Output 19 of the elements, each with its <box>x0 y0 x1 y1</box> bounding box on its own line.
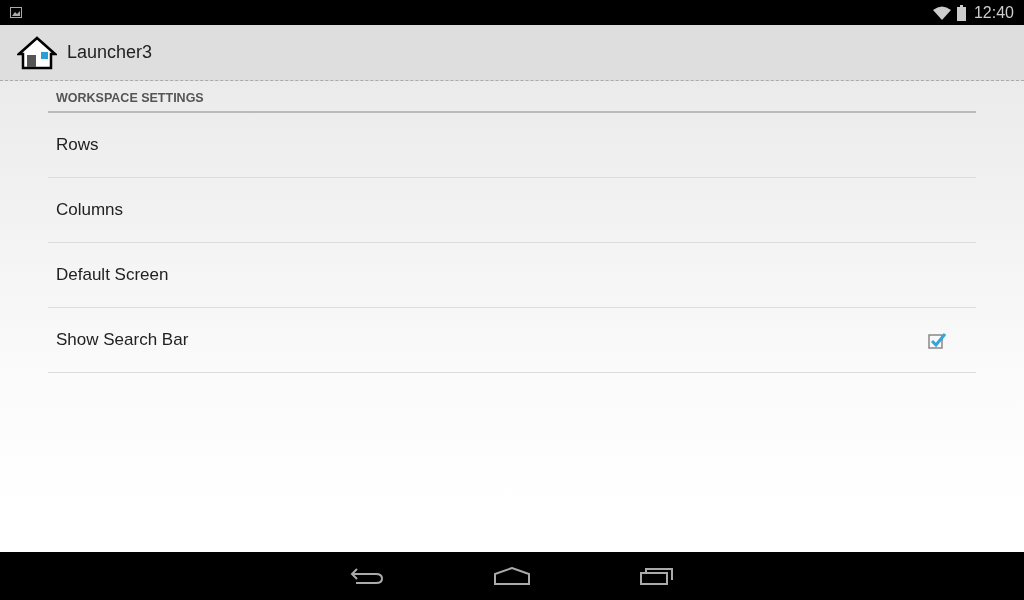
row-label: Columns <box>56 200 124 220</box>
house-icon <box>17 35 57 70</box>
back-icon[interactable] <box>350 568 384 584</box>
settings-row[interactable]: Default Screen <box>48 243 976 308</box>
battery-icon <box>956 4 966 21</box>
row-label: Show Search Bar <box>56 330 189 350</box>
row-label: Default Screen <box>56 265 169 285</box>
recents-icon[interactable] <box>640 567 674 585</box>
settings-row[interactable]: Rows <box>48 113 976 178</box>
section-header: WORKSPACE SETTINGS <box>48 81 976 113</box>
settings-row[interactable]: Columns <box>48 178 976 243</box>
clock: 12:40 <box>973 3 1014 22</box>
app-title: Launcher3 <box>67 42 153 63</box>
image-icon <box>10 7 22 18</box>
wifi-icon <box>932 5 951 20</box>
checkbox[interactable] <box>928 331 948 349</box>
settings-row[interactable]: Show Search Bar <box>48 308 976 373</box>
row-label: Rows <box>56 135 99 155</box>
home-icon[interactable] <box>494 567 530 585</box>
